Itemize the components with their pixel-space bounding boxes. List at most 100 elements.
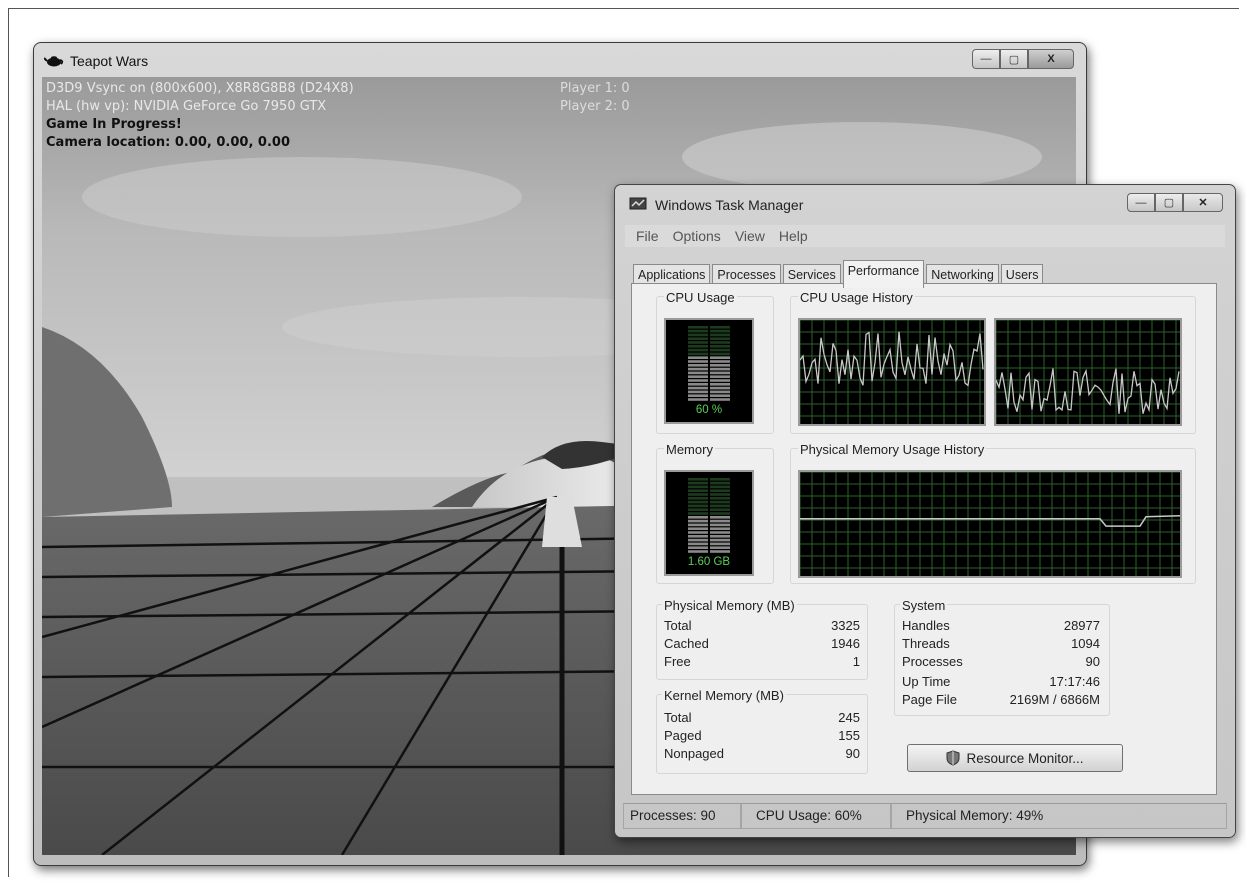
meter-segment <box>710 383 730 386</box>
physical-memory-total-row: Total 3325 <box>664 618 860 633</box>
hud-device-info: D3D9 Vsync on (800x600), X8R8G8B8 (D24X8… <box>46 81 354 96</box>
meter-segment <box>710 375 730 378</box>
meter-segment <box>688 489 708 492</box>
meter-segment <box>710 504 730 508</box>
menu-help[interactable]: Help <box>774 228 813 244</box>
meter-segment <box>710 516 730 519</box>
menu-file[interactable]: File <box>631 228 664 244</box>
meter-segment <box>688 546 708 549</box>
close-button[interactable]: X <box>1028 49 1074 69</box>
system-handles-row: Handles 28977 <box>902 618 1100 633</box>
game-window-title: Teapot Wars <box>70 53 149 69</box>
menu-view[interactable]: View <box>730 228 770 244</box>
physical-memory-history-graph <box>798 470 1182 578</box>
meter-segment <box>688 352 708 356</box>
meter-segment <box>688 337 708 340</box>
meter-segment <box>688 383 708 386</box>
row-label: Cached <box>664 636 709 651</box>
status-cpu-usage: CPU Usage: 60% <box>741 803 891 829</box>
meter-segment <box>710 394 730 397</box>
meter-segment <box>688 493 708 496</box>
cpu-history-graph-core-2 <box>994 318 1182 426</box>
row-value: 1946 <box>831 636 860 651</box>
shield-icon <box>946 750 960 766</box>
meter-segment <box>688 367 708 371</box>
meter-segment <box>710 390 730 394</box>
meter-segment <box>688 341 708 344</box>
meter-segment <box>710 481 730 485</box>
physical-memory-cached-row: Cached 1946 <box>664 636 860 651</box>
row-label: Up Time <box>902 674 951 689</box>
task-manager-title: Windows Task Manager <box>655 197 804 213</box>
system-threads-row: Threads 1094 <box>902 636 1100 651</box>
meter-segment <box>688 481 708 485</box>
meter-segment <box>688 542 708 546</box>
meter-segment <box>710 329 730 333</box>
row-label: Processes <box>902 654 963 669</box>
meter-segment <box>710 512 730 515</box>
meter-segment <box>710 345 730 348</box>
meter-segment <box>710 550 730 553</box>
tab-performance[interactable]: Performance <box>842 260 925 288</box>
menu-bar: File Options View Help <box>625 225 1225 247</box>
cpu-history-plot-2 <box>996 320 1180 424</box>
status-physical-memory: Physical Memory: 49% <box>891 803 1227 829</box>
tm-maximize-button[interactable]: ▢ <box>1155 193 1183 212</box>
row-value: 2169M / 6866M <box>1009 692 1100 707</box>
row-value: 1094 <box>1071 636 1100 651</box>
meter-segment <box>710 500 730 504</box>
meter-segment <box>688 360 708 363</box>
row-label: Handles <box>902 618 950 633</box>
system-uptime-row: Up Time 17:17:46 <box>902 674 1100 689</box>
meter-segment <box>710 364 730 367</box>
resource-monitor-button[interactable]: Resource Monitor... <box>907 744 1123 772</box>
close-icon: ✕ <box>1198 197 1208 209</box>
meter-segment <box>710 542 730 546</box>
meter-segment <box>710 333 730 337</box>
meter-segment <box>688 348 708 352</box>
meter-segment <box>710 523 730 527</box>
row-label: Total <box>664 710 692 725</box>
meter-segment <box>688 523 708 527</box>
meter-segment <box>710 478 730 481</box>
row-label: Paged <box>664 728 702 743</box>
task-manager-window[interactable]: Windows Task Manager — ▢ ✕ File Options … <box>614 184 1236 838</box>
physical-memory-free-row: Free 1 <box>664 654 860 669</box>
meter-segment <box>710 386 730 390</box>
row-label: Free <box>664 654 691 669</box>
meter-segment <box>688 398 708 401</box>
minimize-icon: — <box>1135 196 1147 209</box>
minimize-button[interactable]: — <box>972 49 1000 69</box>
meter-segment <box>710 508 730 511</box>
row-value: 3325 <box>831 618 860 633</box>
meter-segment <box>710 367 730 371</box>
cpu-usage-meter: 60 % <box>664 318 754 424</box>
maximize-button[interactable]: ▢ <box>1000 49 1028 69</box>
meter-segment <box>688 512 708 515</box>
game-titlebar[interactable]: Teapot Wars — ▢ X <box>34 43 1086 77</box>
teapot-icon <box>44 56 64 67</box>
menu-options[interactable]: Options <box>668 228 726 244</box>
meter-segment <box>688 531 708 534</box>
task-manager-icon <box>629 197 647 210</box>
meter-segment <box>688 538 708 542</box>
memory-label: Memory <box>664 442 715 457</box>
meter-segment <box>710 398 730 401</box>
meter-segment <box>688 364 708 367</box>
physical-memory-history-label: Physical Memory Usage History <box>798 442 987 457</box>
meter-segment <box>710 519 730 523</box>
meter-segment <box>688 550 708 553</box>
meter-segment <box>710 531 730 534</box>
meter-segment <box>688 326 708 329</box>
tm-minimize-button[interactable]: — <box>1127 193 1155 212</box>
row-value: 28977 <box>1063 618 1100 633</box>
meter-segment <box>688 390 708 394</box>
meter-segment <box>710 546 730 549</box>
hud-camera-location: Camera location: 0.00, 0.00, 0.00 <box>46 135 290 150</box>
meter-segment <box>688 333 708 337</box>
tm-close-button[interactable]: ✕ <box>1183 193 1223 212</box>
meter-segment <box>688 386 708 390</box>
meter-segment <box>688 527 708 530</box>
kernel-memory-total-row: Total 245 <box>664 710 860 725</box>
cpu-meter-bars <box>688 326 730 401</box>
